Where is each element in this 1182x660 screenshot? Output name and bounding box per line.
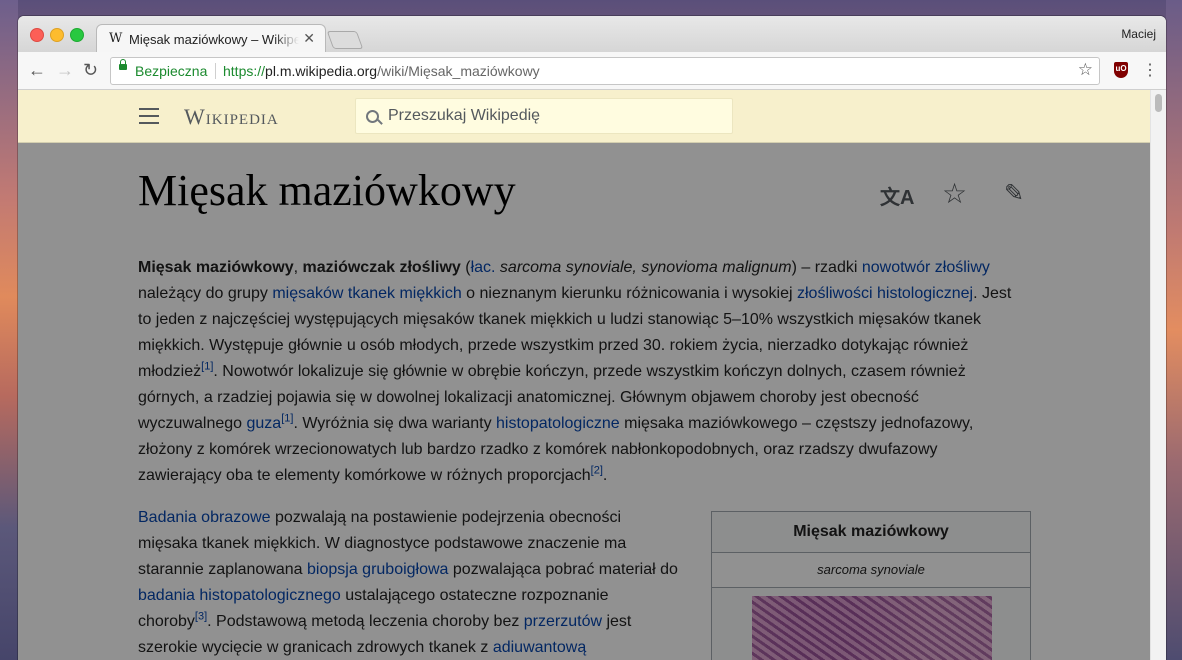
lock-icon [119, 59, 127, 70]
url-scheme: https:// [223, 63, 266, 79]
article-content: Mięsak maziówkowy 文A ☆ ✎ Mięsak maziówko… [18, 143, 1150, 660]
edit-pencil-icon[interactable]: ✎ [1004, 179, 1024, 208]
infobox-subtitle: sarcoma synoviale [712, 552, 1030, 588]
omnibox-separator [215, 63, 216, 79]
url-text[interactable]: https://pl.m.wikipedia.org/wiki/Mięsak_m… [223, 63, 540, 79]
link-zlosliwosc[interactable]: złośliwości histologicznej [797, 285, 973, 302]
infobox: Mięsak maziówkowy sarcoma synoviale [711, 511, 1031, 660]
text-span: pozwalająca pobrać materiał do [448, 561, 678, 578]
tab-active[interactable]: W Mięsak maziówkowy – Wikipedia ✕ [96, 24, 326, 54]
toolbar: ← → ↻ Bezpieczna https://pl.m.wikipedia.… [18, 52, 1166, 90]
tab-title: Mięsak maziówkowy – Wikipedia [129, 32, 299, 47]
text-span: . Podstawową metodą leczenia choroby bez [207, 613, 524, 630]
infobox-title: Mięsak maziówkowy [793, 523, 949, 540]
address-bar[interactable]: Bezpieczna https://pl.m.wikipedia.org/wi… [110, 57, 1100, 85]
desktop-wallpaper-right [1166, 0, 1182, 660]
link-biopsja[interactable]: biopsja gruboigłowa [307, 561, 448, 578]
latin-name: sarcoma synoviale, synovioma malignum [495, 259, 792, 276]
menu-dots-icon[interactable]: ⋮ [1142, 60, 1158, 80]
text-span: . [602, 467, 608, 484]
page-viewport: Wikipedia Przeszukaj Wikipedię Mięsak ma… [18, 90, 1150, 660]
search-input[interactable]: Przeszukaj Wikipedię [355, 98, 733, 134]
tab-bar: W Mięsak maziówkowy – Wikipedia ✕ Maciej [18, 16, 1166, 54]
reference-link[interactable]: [2] [591, 465, 603, 477]
url-host: pl.m.wikipedia.org [265, 63, 378, 79]
scrollbar[interactable] [1150, 90, 1166, 660]
search-placeholder: Przeszukaj Wikipedię [388, 107, 541, 124]
text-span: ) – rzadki [791, 259, 862, 276]
link-adiuwantowa[interactable]: adiuwantową [493, 639, 586, 656]
wikipedia-favicon-icon: W [109, 31, 123, 46]
hamburger-menu-icon[interactable] [139, 108, 159, 124]
link-badania-obrazowe[interactable]: Badania obrazowe [138, 509, 271, 526]
link-przerzuty[interactable]: przerzutów [524, 613, 602, 630]
forward-arrow-icon[interactable]: → [56, 60, 74, 80]
new-tab-button[interactable] [326, 31, 364, 49]
desktop-wallpaper-left [0, 0, 18, 660]
link-badania-histopatologicznego[interactable]: badania histopatologicznego [138, 587, 341, 604]
intro-paragraph: Mięsak maziówkowy, maziówczak złośliwy (… [138, 255, 1018, 489]
language-icon[interactable]: 文A [880, 181, 914, 210]
browser-window: W Mięsak maziówkowy – Wikipedia ✕ Maciej… [18, 16, 1166, 660]
wiki-header: Wikipedia Przeszukaj Wikipedię [18, 90, 1150, 143]
second-paragraph: Badania obrazowe pozwalają na postawieni… [138, 505, 678, 660]
bold-term: Mięsak maziówkowy [138, 259, 294, 276]
reference-link[interactable]: [3] [195, 611, 207, 623]
window-minimize-button[interactable] [50, 28, 64, 42]
profile-name[interactable]: Maciej [1121, 27, 1156, 41]
window-maximize-button[interactable] [70, 28, 84, 42]
secure-label[interactable]: Bezpieczna [135, 63, 207, 79]
search-icon [366, 110, 379, 123]
text-span: . Wyróżnia się dwa warianty [293, 415, 497, 432]
link-guz[interactable]: guza [247, 415, 282, 432]
text-span: należący do grupy [138, 285, 273, 302]
text-span: o nieznanym kierunku różnicowania i wyso… [461, 285, 797, 302]
reference-link[interactable]: [1] [281, 413, 293, 425]
link-lac[interactable]: łac. [471, 259, 496, 276]
reload-icon[interactable]: ↻ [83, 60, 98, 80]
scrollbar-thumb[interactable] [1155, 94, 1162, 112]
bookmark-star-icon[interactable]: ☆ [1078, 60, 1093, 80]
url-path: /wiki/Mięsak_maziówkowy [377, 63, 540, 79]
text-span: , [293, 259, 303, 276]
ublock-icon[interactable]: uO [1114, 62, 1128, 78]
text-span: ( [460, 259, 471, 276]
back-arrow-icon[interactable]: ← [28, 60, 46, 80]
wikipedia-logo[interactable]: Wikipedia [184, 104, 279, 130]
link-nowotwor[interactable]: nowotwór złośliwy [862, 259, 990, 276]
window-close-button[interactable] [30, 28, 44, 42]
reference-link[interactable]: [1] [201, 361, 213, 373]
histology-image[interactable] [752, 596, 992, 660]
link-miesaki[interactable]: mięsaków tkanek miękkich [272, 285, 461, 302]
tab-close-icon[interactable]: ✕ [303, 30, 315, 47]
page-title: Mięsak maziówkowy [138, 166, 516, 215]
bold-term: maziówczak złośliwy [302, 259, 461, 276]
link-histopatologiczne[interactable]: histopatologiczne [496, 415, 620, 432]
watch-star-icon[interactable]: ☆ [942, 177, 967, 210]
